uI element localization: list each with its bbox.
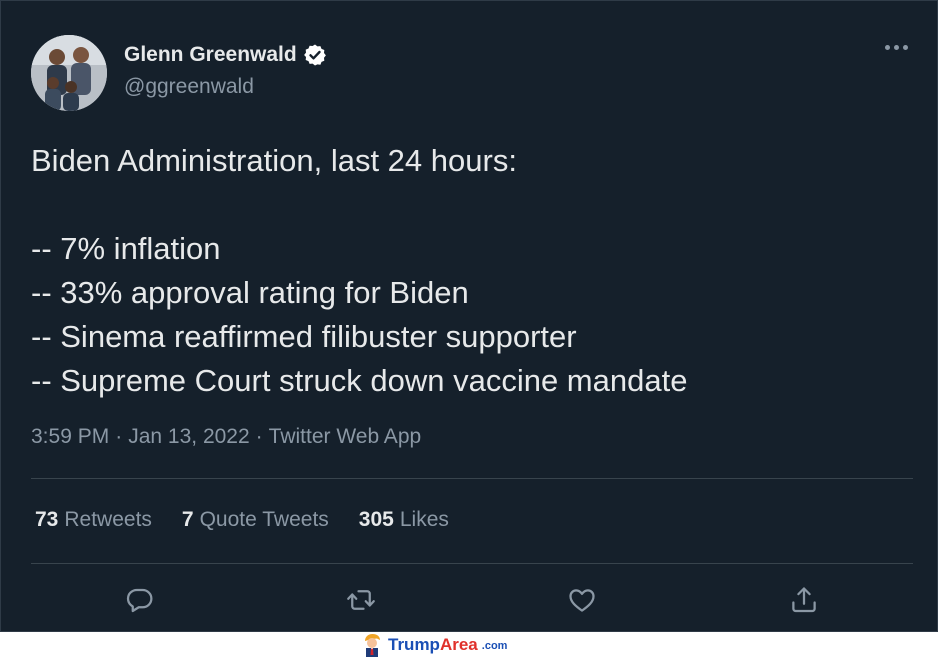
tweet-line: -- Supreme Court struck down vaccine man… bbox=[31, 363, 688, 398]
tweet-line: -- 33% approval rating for Biden bbox=[31, 275, 469, 310]
retweets-stat[interactable]: 73 Retweets bbox=[35, 508, 152, 532]
meta-separator: · bbox=[255, 425, 263, 448]
tweet-date[interactable]: Jan 13, 2022 bbox=[128, 425, 249, 449]
share-icon bbox=[792, 587, 816, 613]
meta-separator: · bbox=[115, 425, 123, 448]
likes-count: 305 bbox=[358, 508, 394, 531]
retweet-icon bbox=[347, 590, 375, 610]
retweets-label: Retweets bbox=[64, 508, 152, 531]
heart-icon bbox=[569, 589, 595, 612]
tweet-stats: 73 Retweets 7 Quote Tweets 305 Likes bbox=[35, 508, 449, 532]
tweet-card: Glenn Greenwald @ggreenwald Biden Admini… bbox=[0, 0, 938, 632]
divider bbox=[31, 478, 913, 479]
tweet-source[interactable]: Twitter Web App bbox=[269, 425, 422, 449]
avatar[interactable] bbox=[31, 35, 107, 111]
divider bbox=[31, 563, 913, 564]
tweet-time[interactable]: 3:59 PM bbox=[31, 425, 109, 449]
tweet-line: -- Sinema reaffirmed filibuster supporte… bbox=[31, 319, 577, 354]
avatar-photo bbox=[31, 35, 107, 111]
verified-badge-icon bbox=[303, 44, 326, 66]
quote-tweets-label: Quote Tweets bbox=[199, 508, 329, 531]
author-name-row[interactable]: Glenn Greenwald bbox=[124, 43, 327, 67]
author-handle[interactable]: @ggreenwald bbox=[124, 75, 254, 99]
retweet-button[interactable] bbox=[344, 583, 378, 617]
tweet-line: Biden Administration, last 24 hours: bbox=[31, 143, 517, 178]
watermark-tld: .com bbox=[481, 640, 508, 652]
quote-tweets-count: 7 bbox=[181, 508, 194, 531]
tweet-text: Biden Administration, last 24 hours: -- … bbox=[31, 139, 911, 403]
quote-tweets-stat[interactable]: 7 Quote Tweets bbox=[182, 508, 329, 532]
reply-icon bbox=[126, 588, 153, 613]
reply-button[interactable] bbox=[123, 583, 157, 617]
tweet-line: -- 7% inflation bbox=[31, 231, 221, 266]
more-options-icon[interactable] bbox=[885, 45, 908, 50]
retweets-count: 73 bbox=[35, 508, 59, 531]
tweet-actions bbox=[1, 583, 939, 617]
author-display-name[interactable]: Glenn Greenwald bbox=[124, 43, 297, 67]
likes-stat[interactable]: 305 Likes bbox=[359, 508, 449, 532]
likes-label: Likes bbox=[399, 508, 449, 531]
like-button[interactable] bbox=[565, 583, 599, 617]
watermark: TrumpArea .com bbox=[360, 632, 507, 657]
share-button[interactable] bbox=[787, 583, 821, 617]
tweet-meta: 3:59 PM · Jan 13, 2022 · Twitter Web App bbox=[31, 425, 421, 449]
watermark-brand: TrumpArea bbox=[388, 634, 478, 654]
trump-caricature-logo-icon bbox=[365, 634, 380, 657]
